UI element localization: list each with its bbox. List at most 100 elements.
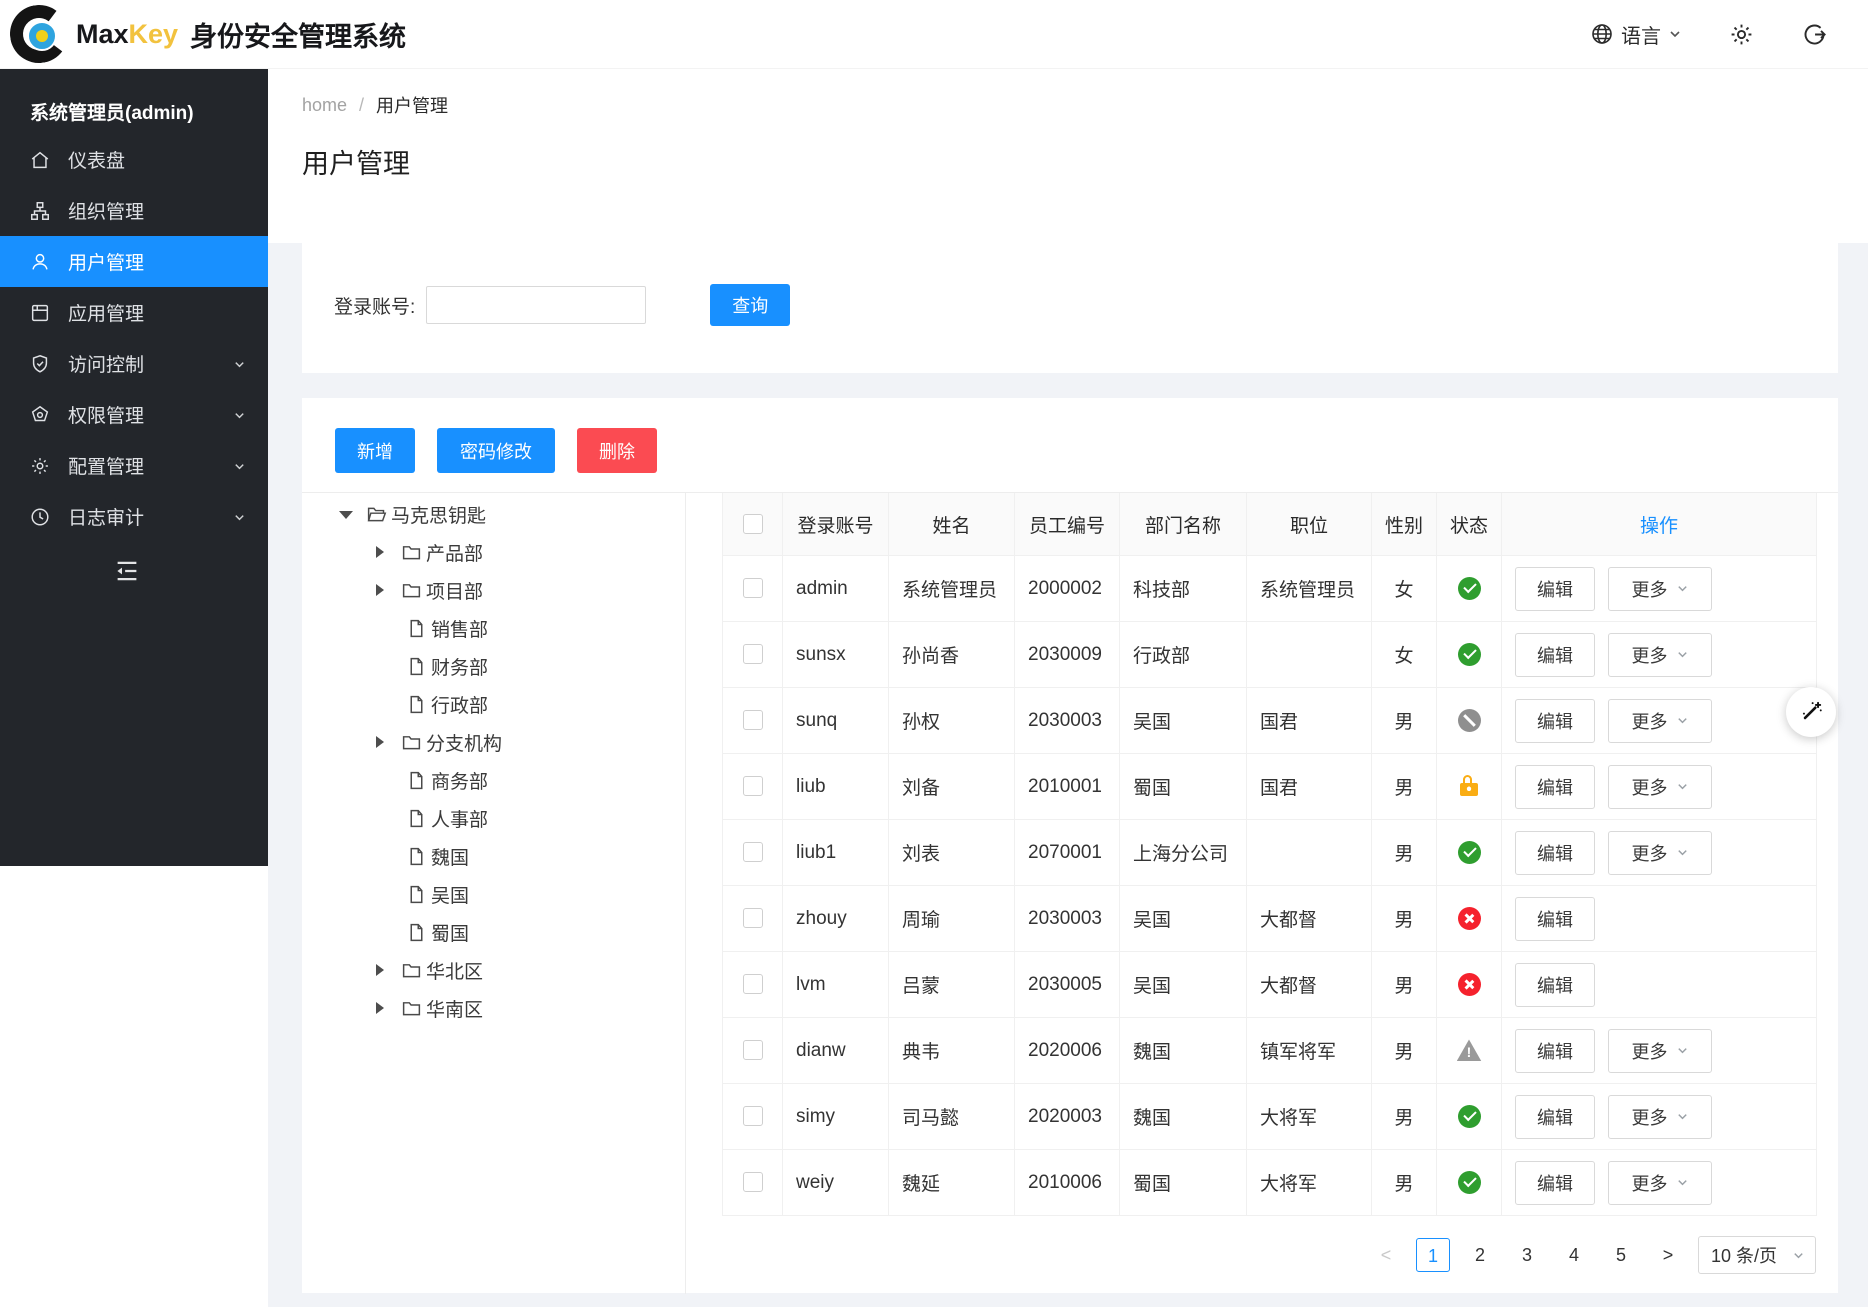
more-button[interactable]: 更多: [1608, 1161, 1712, 1205]
tree-node[interactable]: 华南区: [302, 989, 685, 1027]
sidebar-item-access-control[interactable]: 访问控制: [0, 338, 268, 389]
tree-label: 吴国: [431, 881, 469, 908]
tree-node[interactable]: 蜀国: [302, 913, 685, 951]
row-checkbox[interactable]: [743, 842, 763, 862]
page-button-5[interactable]: 5: [1604, 1238, 1638, 1272]
logout-icon[interactable]: [1801, 21, 1828, 48]
menu-fold-icon[interactable]: [112, 556, 268, 586]
more-button[interactable]: 更多: [1608, 699, 1712, 743]
chevron-down-icon: [1676, 846, 1689, 859]
page-button-3[interactable]: 3: [1510, 1238, 1544, 1272]
tree-node[interactable]: 财务部: [302, 647, 685, 685]
prev-page-button[interactable]: <: [1369, 1238, 1403, 1272]
cell-account: simy: [783, 1084, 889, 1150]
add-button[interactable]: 新增: [335, 428, 415, 473]
more-button[interactable]: 更多: [1608, 633, 1712, 677]
more-button[interactable]: 更多: [1608, 831, 1712, 875]
edit-button[interactable]: 编辑: [1515, 1029, 1595, 1073]
caret-right-icon[interactable]: [374, 584, 386, 596]
tree-node[interactable]: 销售部: [302, 609, 685, 647]
tree-node[interactable]: 马克思钥匙: [302, 495, 685, 533]
row-checkbox[interactable]: [743, 974, 763, 994]
row-checkbox[interactable]: [743, 1172, 763, 1192]
brand-title: 身份安全管理系统: [190, 15, 406, 54]
top-header: MaxKey 身份安全管理系统 语言: [0, 0, 1868, 69]
gear-icon: [29, 455, 51, 477]
caret-right-icon[interactable]: [374, 546, 386, 558]
tree-node[interactable]: 项目部: [302, 571, 685, 609]
tree-node[interactable]: 魏国: [302, 837, 685, 875]
caret-right-icon[interactable]: [374, 736, 386, 748]
floating-tool-button[interactable]: [1786, 687, 1836, 737]
tree-node[interactable]: 行政部: [302, 685, 685, 723]
permission-seal-icon: [29, 404, 51, 426]
account-input[interactable]: [426, 286, 646, 324]
next-page-button[interactable]: >: [1651, 1238, 1685, 1272]
sidebar-label: 日志审计: [68, 503, 144, 530]
row-checkbox[interactable]: [743, 710, 763, 730]
row-checkbox[interactable]: [743, 776, 763, 796]
language-label: 语言: [1621, 20, 1661, 49]
tree-node[interactable]: 商务部: [302, 761, 685, 799]
edit-button[interactable]: 编辑: [1515, 699, 1595, 743]
more-button[interactable]: 更多: [1608, 765, 1712, 809]
delete-button[interactable]: 删除: [577, 428, 657, 473]
change-password-button[interactable]: 密码修改: [437, 428, 555, 473]
folder-open-icon: [366, 504, 387, 525]
sidebar-item-applications[interactable]: 应用管理: [0, 287, 268, 338]
edit-button[interactable]: 编辑: [1515, 567, 1595, 611]
row-checkbox[interactable]: [743, 578, 763, 598]
cell-account: sunsx: [783, 622, 889, 688]
cell-account: admin: [783, 556, 889, 622]
sidebar-label: 应用管理: [68, 299, 144, 326]
edit-button[interactable]: 编辑: [1515, 633, 1595, 677]
settings-gear-icon[interactable]: [1728, 21, 1755, 48]
more-button[interactable]: 更多: [1608, 567, 1712, 611]
row-checkbox[interactable]: [743, 1106, 763, 1126]
page-button-2[interactable]: 2: [1463, 1238, 1497, 1272]
cell-name: 魏延: [889, 1150, 1015, 1216]
page-button-4[interactable]: 4: [1557, 1238, 1591, 1272]
chevron-down-icon: [1676, 714, 1689, 727]
select-all-checkbox[interactable]: [743, 514, 763, 534]
language-switcher[interactable]: 语言: [1590, 20, 1682, 49]
edit-button[interactable]: 编辑: [1515, 1161, 1595, 1205]
cell-account: dianw: [783, 1018, 889, 1084]
row-checkbox[interactable]: [743, 1040, 763, 1060]
sidebar-item-permissions[interactable]: 权限管理: [0, 389, 268, 440]
caret-down-icon[interactable]: [339, 508, 351, 520]
tree-node[interactable]: 分支机构: [302, 723, 685, 761]
edit-button[interactable]: 编辑: [1515, 831, 1595, 875]
query-button[interactable]: 查询: [710, 284, 790, 326]
row-checkbox[interactable]: [743, 908, 763, 928]
col-name: 姓名: [889, 493, 1015, 556]
cell-account: lvm: [783, 952, 889, 1018]
edit-button[interactable]: 编辑: [1515, 765, 1595, 809]
edit-button[interactable]: 编辑: [1515, 963, 1595, 1007]
caret-right-icon[interactable]: [374, 1002, 386, 1014]
tree-label: 魏国: [431, 843, 469, 870]
sidebar-item-users[interactable]: 用户管理: [0, 236, 268, 287]
more-button[interactable]: 更多: [1608, 1029, 1712, 1073]
page-button-1[interactable]: 1: [1416, 1238, 1450, 1272]
sidebar-item-audit-log[interactable]: 日志审计: [0, 491, 268, 542]
row-checkbox[interactable]: [743, 644, 763, 664]
page-size-select[interactable]: 10 条/页: [1698, 1236, 1816, 1274]
edit-button[interactable]: 编辑: [1515, 1095, 1595, 1139]
sidebar-item-dashboard[interactable]: 仪表盘: [0, 134, 268, 185]
tree-node[interactable]: 产品部: [302, 533, 685, 571]
sidebar-item-organization[interactable]: 组织管理: [0, 185, 268, 236]
status-icon: [1458, 1171, 1481, 1194]
more-button[interactable]: 更多: [1608, 1095, 1712, 1139]
tree-node[interactable]: 吴国: [302, 875, 685, 913]
tree-node[interactable]: 华北区: [302, 951, 685, 989]
cell-position: 系统管理员: [1247, 556, 1372, 622]
edit-button[interactable]: 编辑: [1515, 897, 1595, 941]
cell-account: liub1: [783, 820, 889, 886]
sidebar-item-configuration[interactable]: 配置管理: [0, 440, 268, 491]
cell-position: 大将军: [1247, 1150, 1372, 1216]
breadcrumb-home[interactable]: home: [302, 95, 347, 116]
tree-node[interactable]: 人事部: [302, 799, 685, 837]
tree-label: 蜀国: [431, 919, 469, 946]
caret-right-icon[interactable]: [374, 964, 386, 976]
